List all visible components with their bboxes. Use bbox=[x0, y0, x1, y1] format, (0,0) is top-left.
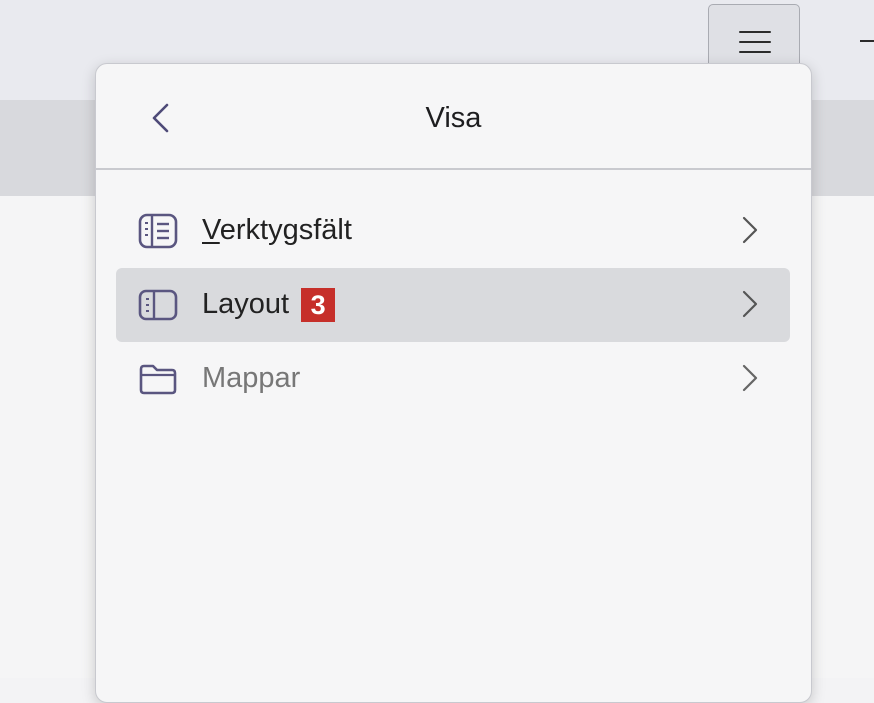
toolbar-list-icon bbox=[138, 213, 178, 249]
chevron-right-icon bbox=[742, 216, 758, 244]
view-menu-panel: Visa Verktygsfält Layout 3 Mappar bbox=[95, 63, 812, 703]
menu-item-label: Verktygsfält bbox=[202, 214, 352, 247]
hamburger-icon bbox=[739, 31, 771, 53]
menu-item-layout[interactable]: Layout 3 bbox=[116, 268, 790, 342]
layout-panel-icon bbox=[138, 289, 178, 321]
chevron-right-icon bbox=[742, 290, 758, 318]
menu-item-label-text: Layout bbox=[202, 288, 290, 320]
menu-item-label: Mappar bbox=[202, 362, 301, 394]
panel-header: Visa bbox=[96, 64, 811, 170]
menu-item-folders[interactable]: Mappar bbox=[116, 342, 790, 416]
step-badge: 3 bbox=[301, 288, 336, 322]
minimize-icon[interactable] bbox=[860, 40, 874, 42]
menu-item-label-rest: erktygsfält bbox=[219, 214, 352, 246]
menu-item-toolbars[interactable]: Verktygsfält bbox=[116, 194, 790, 268]
menu-item-label: Layout 3 bbox=[202, 288, 336, 322]
folder-icon bbox=[139, 364, 177, 395]
header-divider bbox=[96, 168, 811, 170]
panel-title: Visa bbox=[425, 102, 482, 134]
menu-list: Verktygsfält Layout 3 Mappar bbox=[116, 194, 790, 416]
main-menu-button[interactable] bbox=[708, 4, 800, 70]
access-key: V bbox=[202, 214, 220, 246]
chevron-right-icon bbox=[742, 364, 758, 392]
